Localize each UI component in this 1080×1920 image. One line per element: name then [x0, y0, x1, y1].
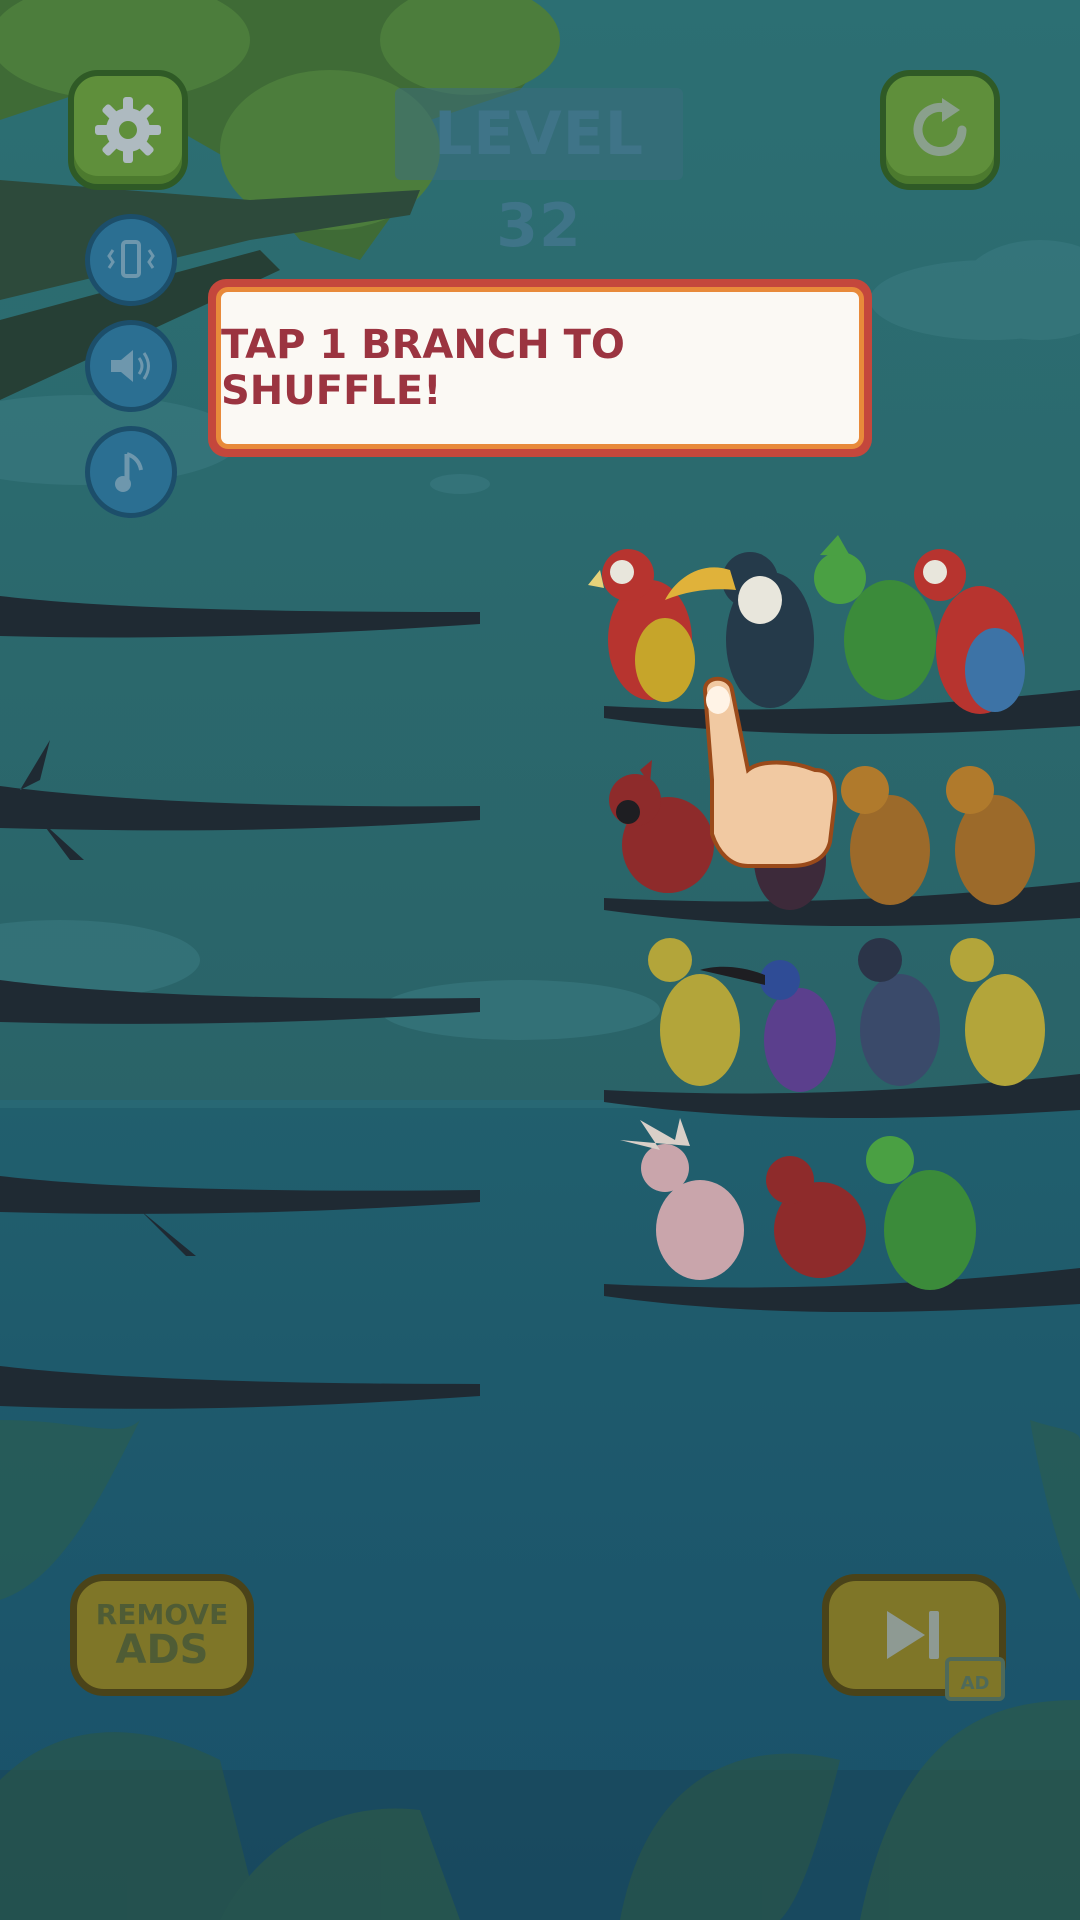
skip-level-button[interactable]: AD: [822, 1574, 1006, 1701]
settings-button[interactable]: [68, 70, 188, 190]
vibration-toggle[interactable]: [85, 214, 177, 306]
skip-icon: [887, 1611, 939, 1659]
tutorial-tip: TAP 1 BRANCH TO SHUFFLE!: [208, 279, 872, 457]
gear-icon: [95, 97, 161, 163]
restart-icon: [913, 98, 967, 156]
music-note-icon: [115, 452, 143, 492]
ad-badge-label: AD: [960, 1673, 990, 1694]
music-toggle[interactable]: [85, 426, 177, 518]
ad-badge: AD: [945, 1657, 1005, 1701]
remove-ads-label-line2: ADS: [115, 1627, 209, 1673]
tutorial-tip-panel: TAP 1 BRANCH TO SHUFFLE!: [216, 287, 864, 449]
level-title: LEVEL 32: [395, 88, 683, 261]
tutorial-tip-text: TAP 1 BRANCH TO SHUFFLE!: [221, 322, 625, 414]
restart-button[interactable]: [880, 70, 1000, 190]
speaker-icon: [111, 350, 150, 382]
vibration-icon: [107, 240, 155, 278]
sound-toggle[interactable]: [85, 320, 177, 412]
remove-ads-label-line1: REMOVE: [95, 1598, 229, 1631]
remove-ads-button[interactable]: REMOVE ADS: [70, 1574, 254, 1696]
